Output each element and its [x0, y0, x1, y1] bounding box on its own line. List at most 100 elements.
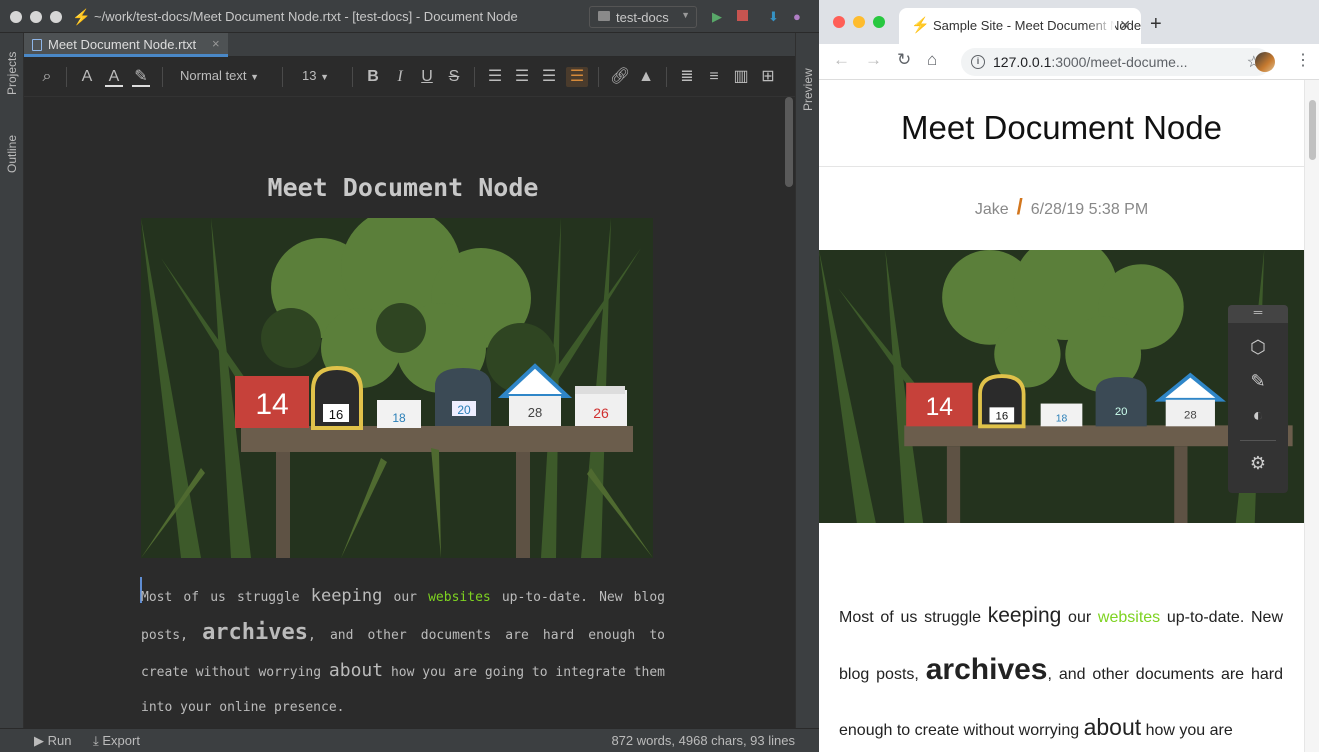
mailbox-number: 18 — [1056, 414, 1068, 425]
window-title: ~/work/test-docs/Meet Document Node.rtxt… — [94, 9, 518, 24]
browser-window: ⚡ Sample Site - Meet Document Node ✕ + ←… — [819, 0, 1319, 752]
outline-tool-button[interactable]: Outline — [5, 135, 19, 173]
project-selector[interactable]: test-docs ▼ — [589, 6, 697, 28]
ide-title-bar: ⚡ ~/work/test-docs/Meet Document Node.rt… — [0, 0, 819, 33]
stop-icon[interactable] — [737, 10, 748, 21]
numbered-list-icon[interactable]: ≡ — [705, 67, 723, 87]
document-title: Meet Document Node — [267, 173, 539, 202]
palette-icon[interactable]: ◐ — [1228, 405, 1288, 426]
close-tab-icon[interactable]: × — [212, 36, 220, 51]
forward-icon[interactable]: → — [865, 50, 882, 70]
websites-link[interactable]: websites — [428, 590, 491, 605]
tab-meet-document-node[interactable]: Meet Document Node.rtxt × — [24, 33, 228, 57]
underline-button[interactable]: U — [418, 67, 436, 87]
para-text: our — [1061, 609, 1098, 626]
run-button[interactable]: ▶ Run — [34, 733, 71, 749]
new-tab-button[interactable]: + — [1150, 13, 1162, 36]
mailboxes-image[interactable]: 14 16 18 20 28 26 — [141, 218, 653, 558]
formatting-toolbar: ⌕ A A ✎ Normal text ▼ 13 ▼ B I U S ☰ ☰ ☰… — [24, 57, 795, 97]
post-meta: Jake / 6/28/19 5:38 PM — [819, 194, 1304, 220]
file-icon — [32, 39, 42, 51]
document-paragraph[interactable]: Most of us struggle keeping our websites… — [141, 579, 665, 725]
websites-link[interactable]: websites — [1098, 609, 1160, 626]
strikethrough-button[interactable]: S — [445, 67, 463, 87]
align-justify-icon[interactable]: ☰ — [566, 67, 588, 87]
ide-window: ⚡ ~/work/test-docs/Meet Document Node.rt… — [0, 0, 819, 752]
download-icon[interactable]: ⬇ — [768, 9, 779, 25]
editor-scrollbar[interactable] — [785, 97, 793, 187]
mailbox-number: 28 — [528, 405, 542, 420]
bold-button[interactable]: B — [364, 67, 382, 87]
chevron-down-icon: ▼ — [681, 10, 690, 20]
align-center-icon[interactable]: ☰ — [513, 67, 531, 87]
align-left-icon[interactable]: ☰ — [486, 67, 504, 87]
project-selector-label: test-docs — [616, 10, 669, 25]
align-right-icon[interactable]: ☰ — [540, 67, 558, 87]
export-label: Export — [102, 733, 140, 748]
post-date: 6/28/19 5:38 PM — [1030, 201, 1149, 218]
columns-icon[interactable]: ▥ — [732, 67, 750, 87]
author-name: Jake — [974, 201, 1009, 218]
scrollbar-thumb[interactable] — [1309, 100, 1316, 160]
close-window-button[interactable] — [833, 16, 845, 28]
home-icon[interactable]: ⌂ — [927, 50, 937, 70]
user-icon[interactable]: ● — [793, 9, 801, 24]
gear-icon[interactable]: ⚙ — [1228, 453, 1288, 474]
text-color-icon[interactable]: A — [105, 67, 123, 87]
export-button[interactable]: ⤓ Export — [93, 733, 140, 749]
meta-separator: / — [1016, 194, 1023, 219]
status-bar: ▶ Run ⤓ Export 872 words, 4968 chars, 93… — [0, 728, 819, 752]
page-scrollbar[interactable] — [1304, 80, 1319, 752]
document-stats: 872 words, 4968 chars, 93 lines — [611, 733, 795, 748]
document-editor[interactable]: Meet Document Node 14 16 18 20 28 26 Mos… — [24, 97, 795, 728]
image-icon[interactable]: ▲ — [636, 67, 656, 87]
back-icon[interactable]: ← — [833, 50, 850, 70]
panel-separator — [1240, 440, 1276, 441]
minimize-window-button[interactable] — [30, 11, 42, 23]
mailbox-number: 16 — [996, 411, 1009, 423]
pencil-icon[interactable]: ✎ — [1228, 371, 1288, 392]
cube-icon[interactable]: ⬡ — [1228, 337, 1288, 358]
mailbox-number: 20 — [457, 403, 471, 417]
favicon-icon: ⚡ — [911, 17, 930, 34]
info-icon[interactable]: i — [971, 55, 985, 69]
close-tab-icon[interactable]: ✕ — [1119, 17, 1131, 34]
zoom-window-button[interactable] — [50, 11, 62, 23]
right-tool-strip: Preview — [795, 33, 819, 728]
para-text-large: about — [1083, 714, 1142, 740]
address-bar[interactable]: i 127.0.0.1:3000/meet-docume... ☆ — [961, 48, 1271, 76]
toolbar-separator — [666, 67, 667, 87]
reload-icon[interactable]: ↻ — [897, 50, 911, 70]
zoom-window-button[interactable] — [873, 16, 885, 28]
url-path: :3000/meet-docume... — [1051, 54, 1188, 70]
run-label: Run — [47, 733, 72, 748]
para-text-large: keeping — [310, 586, 383, 606]
projects-tool-button[interactable]: Projects — [5, 52, 19, 95]
table-icon[interactable]: ⊞ — [759, 67, 777, 87]
drag-handle-icon[interactable]: ═ — [1228, 305, 1288, 323]
left-tool-strip: Projects Outline — [0, 33, 24, 728]
profile-avatar[interactable] — [1255, 52, 1275, 72]
find-replace-icon[interactable]: ⌕ — [36, 67, 58, 87]
font-size-select[interactable]: 13 ▼ — [302, 68, 329, 83]
font-icon[interactable]: A — [78, 67, 96, 87]
italic-button[interactable]: I — [391, 67, 409, 87]
paragraph-style-select[interactable]: Normal text ▼ — [180, 68, 259, 83]
mailbox-number: 16 — [329, 407, 343, 422]
menu-kebab-icon[interactable]: ⋮ — [1295, 50, 1311, 70]
browser-tab[interactable]: ⚡ Sample Site - Meet Document Node ✕ — [899, 8, 1141, 44]
highlight-icon[interactable]: ✎ — [132, 67, 150, 87]
minimize-window-button[interactable] — [853, 16, 865, 28]
mailbox-number: 14 — [926, 394, 953, 421]
browser-toolbar: ← → ↻ ⌂ i 127.0.0.1:3000/meet-docume... … — [819, 44, 1319, 80]
page-paragraph: Most of us struggle keeping our websites… — [839, 590, 1283, 752]
play-icon: ▶ — [34, 733, 44, 748]
close-window-button[interactable] — [10, 11, 22, 23]
preview-tool-button[interactable]: Preview — [801, 68, 815, 111]
para-text: our — [382, 590, 429, 605]
toolbar-separator — [352, 67, 353, 87]
chevron-down-icon: ▼ — [250, 72, 260, 82]
bullet-list-icon[interactable]: ≣ — [678, 67, 696, 87]
link-icon[interactable]: 🔗︎ — [610, 67, 630, 87]
run-build-icon[interactable]: ▶ — [712, 9, 722, 25]
